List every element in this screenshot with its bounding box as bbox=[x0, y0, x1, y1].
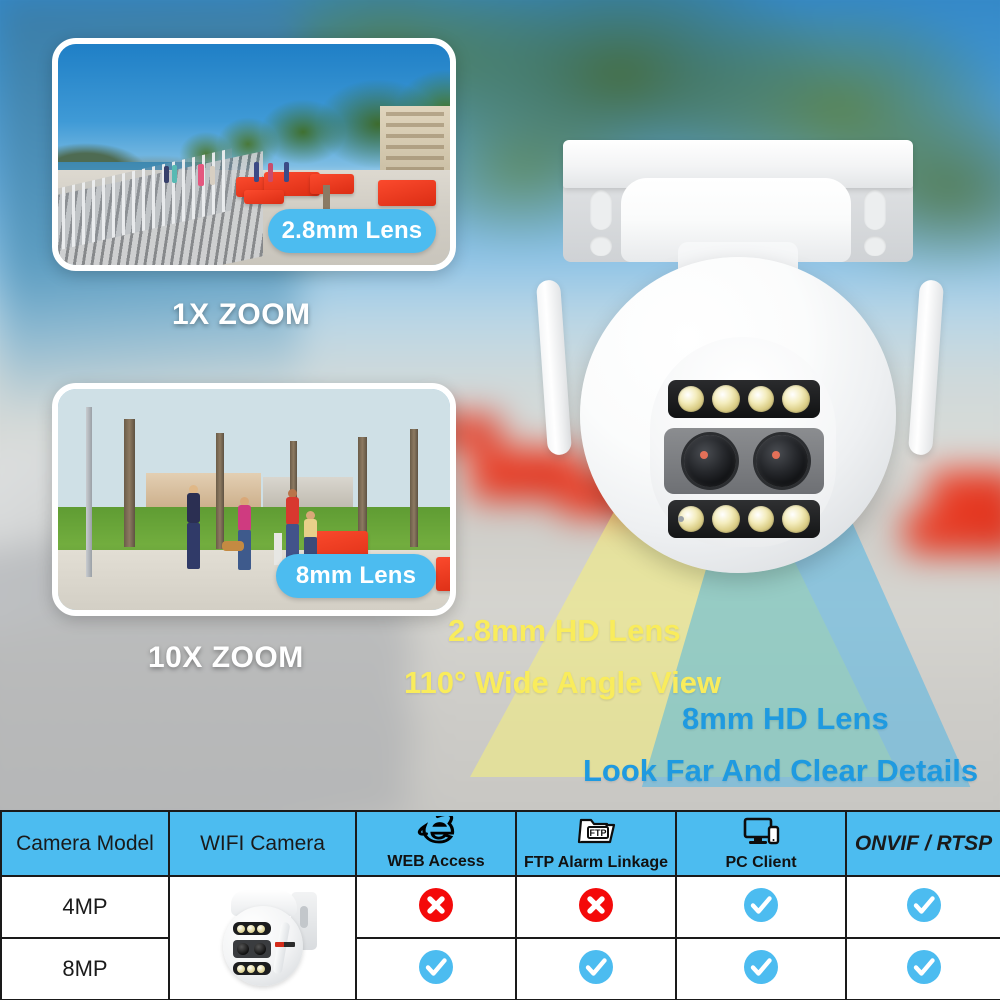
antenna-left bbox=[535, 279, 573, 456]
cell-camera-photo bbox=[168, 875, 357, 1000]
led-light bbox=[712, 505, 740, 533]
led-array-top bbox=[668, 380, 820, 418]
header-pc-client: PC Client bbox=[675, 810, 847, 877]
brand-logo bbox=[274, 942, 295, 947]
led-light bbox=[782, 505, 810, 533]
header-ftp-alarm-linkage: FTP FTP Alarm Linkage bbox=[515, 810, 677, 877]
photo-lamp-post bbox=[86, 407, 92, 577]
photo-dog bbox=[222, 541, 244, 551]
dual-lens-plate bbox=[232, 940, 271, 958]
photo-red-sofa bbox=[244, 190, 284, 204]
led-array-bottom bbox=[668, 500, 820, 538]
led-light bbox=[782, 385, 810, 413]
mount-screw-hole bbox=[590, 236, 612, 256]
status-yes-icon bbox=[744, 949, 778, 984]
dual-lens-plate bbox=[664, 428, 824, 494]
status-yes-icon bbox=[579, 949, 613, 984]
cell-onvif-4mp bbox=[845, 875, 1000, 939]
photo-person bbox=[268, 163, 273, 182]
header-onvif-rtsp: ONVIF / RTSP bbox=[845, 810, 1000, 877]
cell-onvif-8mp bbox=[845, 937, 1000, 1000]
mount-screw-hole bbox=[864, 190, 886, 230]
status-yes-icon bbox=[906, 887, 941, 922]
header-wifi-camera: WIFI Camera bbox=[168, 810, 357, 877]
wide-angle-lens bbox=[684, 435, 736, 487]
led-array-bottom bbox=[232, 962, 271, 975]
photo-person-body bbox=[237, 505, 251, 531]
ftp-folder-icon: FTP bbox=[574, 815, 618, 852]
header-camera-model: Camera Model bbox=[0, 810, 170, 877]
photo-person-legs bbox=[186, 523, 200, 569]
header-label: FTP Alarm Linkage bbox=[523, 854, 669, 871]
status-yes-icon bbox=[744, 887, 778, 922]
cell-ftp-4mp bbox=[515, 875, 677, 939]
header-label: ONVIF / RTSP bbox=[854, 831, 993, 855]
lens-badge-2-8mm: 2.8mm Lens bbox=[268, 209, 436, 253]
led-light bbox=[712, 385, 740, 413]
photo-tree-trunk bbox=[124, 419, 135, 547]
photo-person-body bbox=[285, 497, 299, 525]
status-yes-icon bbox=[906, 949, 941, 984]
table-row: 4MP bbox=[0, 875, 1000, 1000]
table-row: 8MP bbox=[0, 937, 1000, 1000]
header-label: WIFI Camera bbox=[200, 831, 325, 855]
ie-browser-icon bbox=[416, 813, 456, 851]
cell-pc-client-8mp bbox=[675, 937, 847, 1000]
photo-person bbox=[164, 166, 169, 183]
header-label: PC Client bbox=[725, 853, 797, 871]
product-infographic: 2.8mm Lens 1X ZOOM 8mm Lens 10X ZOOM 2.8… bbox=[0, 0, 1000, 1000]
header-label: WEB Access bbox=[387, 853, 485, 870]
photo-person bbox=[198, 164, 204, 186]
feature-comparison-table: Camera Model WIFI Camera WEB Access FTP … bbox=[0, 810, 1000, 1000]
cell-pc-client-4mp bbox=[675, 875, 847, 939]
photo-person bbox=[172, 165, 177, 183]
zoom-label-1x: 1X ZOOM bbox=[172, 298, 311, 331]
dual-lens-ptz-camera bbox=[528, 132, 948, 582]
microphone-hole bbox=[678, 516, 684, 522]
status-no-icon bbox=[419, 887, 453, 922]
pc-monitor-icon bbox=[740, 816, 782, 852]
photo-tree-trunk bbox=[410, 429, 418, 547]
cell-model: 4MP bbox=[0, 875, 170, 939]
callout-8mm-hd-lens: 8mm HD Lens bbox=[682, 701, 889, 736]
cell-model: 8MP bbox=[0, 937, 170, 1000]
photo-red-sofa bbox=[378, 180, 436, 206]
preview-card-10x[interactable]: 8mm Lens bbox=[52, 383, 456, 616]
led-light bbox=[748, 386, 774, 412]
photo-person-body bbox=[303, 519, 317, 539]
led-light bbox=[748, 506, 774, 532]
mount-screw-hole bbox=[590, 190, 612, 230]
cell-ftp-8mp bbox=[515, 937, 677, 1000]
header-label: Camera Model bbox=[16, 831, 154, 855]
lens-badge-8mm: 8mm Lens bbox=[276, 554, 436, 598]
photo-tree-trunk bbox=[216, 433, 224, 549]
led-array-top bbox=[232, 922, 271, 935]
header-web-access: WEB Access bbox=[355, 810, 517, 877]
zoom-label-10x: 10X ZOOM bbox=[148, 641, 304, 674]
led-light bbox=[678, 386, 704, 412]
status-no-icon bbox=[579, 887, 613, 922]
mount-screw-hole bbox=[864, 236, 886, 256]
photo-person bbox=[284, 162, 289, 182]
telephoto-lens bbox=[756, 435, 808, 487]
wifi-camera-product-photo bbox=[203, 884, 323, 992]
preview-card-1x[interactable]: 2.8mm Lens bbox=[52, 38, 456, 271]
photo-tree-canopy bbox=[58, 389, 450, 511]
hero-photo-area: 2.8mm Lens 1X ZOOM 8mm Lens 10X ZOOM 2.8… bbox=[0, 0, 1000, 810]
svg-text:FTP: FTP bbox=[590, 828, 607, 838]
callout-wide-angle-view: 110° Wide Angle View bbox=[404, 665, 722, 700]
table-header-row: Camera Model WIFI Camera WEB Access FTP … bbox=[0, 810, 1000, 877]
photo-person-body bbox=[186, 493, 200, 523]
cell-web-access-4mp bbox=[355, 875, 517, 939]
photo-person bbox=[254, 162, 259, 182]
antenna-right bbox=[907, 279, 945, 456]
cell-web-access-8mp bbox=[355, 937, 517, 1000]
photo-person bbox=[210, 166, 215, 185]
callout-2-8mm-hd-lens: 2.8mm HD Lens bbox=[448, 613, 681, 648]
photo-red-sofa bbox=[310, 174, 354, 194]
callout-look-far-clear-details: Look Far And Clear Details bbox=[583, 753, 979, 788]
status-yes-icon bbox=[419, 949, 453, 984]
photo-red-bench bbox=[436, 557, 450, 591]
